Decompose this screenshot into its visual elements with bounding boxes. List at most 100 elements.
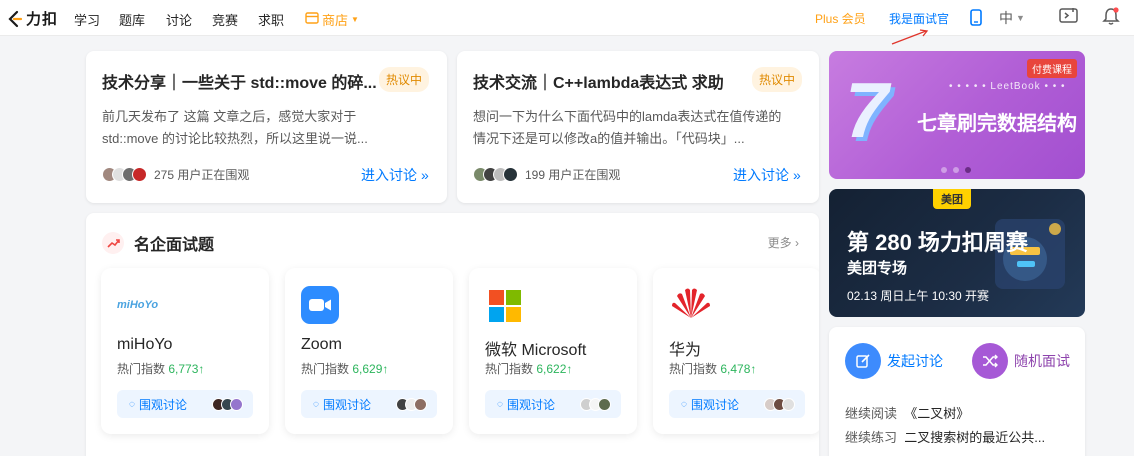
pointer-arrow-icon [891, 29, 929, 45]
double-chevron-right-icon: » [793, 167, 801, 183]
bell-icon[interactable] [1102, 7, 1120, 31]
chat-icon: ◌ [497, 398, 503, 410]
company-card-microsoft[interactable]: 微软 Microsoft 热门指数 6,622↑ ◌ 围观讨论 [469, 268, 637, 434]
watcher-avatars [580, 397, 611, 411]
leetcode-logo-icon [6, 10, 24, 28]
avatar [782, 397, 795, 411]
company-card-mihoyo[interactable]: miHoYo miHoYo 热门指数 6,773↑ ◌ 围观讨论 [101, 268, 269, 434]
enter-discussion-label: 进入讨论 [361, 167, 417, 183]
zoom-logo-icon [301, 286, 339, 324]
discussion-card[interactable]: 技术交流｜C++lambda表达式 求助 热议中 想问一下为什么下面代码中的la… [457, 51, 819, 203]
carousel-dot[interactable] [953, 167, 959, 173]
continue-practice-link[interactable]: 继续练习 二叉搜索树的最近公共... [845, 427, 1045, 446]
company-card-zoom[interactable]: Zoom 热门指数 6,629↑ ◌ 围观讨论 [285, 268, 453, 434]
language-select[interactable]: 中 ▼ [999, 8, 1025, 28]
logo-text: 力扣 [26, 11, 59, 28]
language-label: 中 [999, 10, 1013, 26]
viewer-count: 199 用户正在围观 [525, 168, 621, 182]
nav-item-problems[interactable]: 题库 [119, 10, 145, 29]
hot-index-value: 6,478↑ [720, 362, 757, 376]
leetbook-banner[interactable]: 付费课程 • • • • • LeetBook • • • 7 七章刷完数据结构 [829, 51, 1085, 179]
avatar [132, 167, 147, 182]
nav-item-contest[interactable]: 竞赛 [212, 10, 238, 29]
caret-down-icon: ▼ [1016, 13, 1025, 23]
meituan-badge: 美团 [933, 189, 971, 209]
enter-discussion-link[interactable]: 进入讨论 » [733, 165, 801, 185]
watch-discussion-label: 围观讨论 [690, 397, 739, 412]
avatar [503, 167, 518, 182]
leetbook-brand: • • • • • LeetBook • • • [949, 81, 1066, 92]
carousel-dot-active[interactable] [965, 167, 971, 173]
avatar [230, 397, 243, 411]
watch-discussion-label: 围观讨论 [322, 397, 371, 412]
company-name: Zoom [301, 336, 342, 353]
continue-reading-label: 继续阅读 [845, 406, 898, 421]
carousel-dot[interactable] [941, 167, 947, 173]
playground-icon[interactable] [1059, 8, 1078, 30]
hot-index-value: 6,622↑ [536, 362, 573, 376]
caret-down-icon: ▼ [351, 15, 359, 24]
random-interview-button[interactable]: 随机面试 [972, 343, 1070, 379]
hot-index-label: 热门指数 [669, 362, 718, 376]
watch-discussion-button[interactable]: ◌ 围观讨论 [117, 390, 253, 418]
microsoft-logo-icon [489, 290, 521, 322]
avatar [414, 397, 427, 411]
trend-up-icon [102, 232, 124, 254]
companies-panel: 名企面试题 更多 › miHoYo miHoYo 热门指数 6,773↑ ◌ 围… [86, 213, 819, 456]
interviewer-link[interactable]: 我是面试官 [889, 10, 949, 27]
plus-member-link[interactable]: Plus 会员 [815, 10, 866, 27]
logo[interactable]: 力扣 [6, 8, 58, 29]
nav-item-shop[interactable]: 商店 ▼ [305, 10, 359, 29]
shuffle-icon [972, 343, 1008, 379]
hot-index-label: 热门指数 [485, 362, 534, 376]
continue-reading-link[interactable]: 继续阅读 《二叉树》 [845, 403, 969, 422]
nav-item-discuss[interactable]: 讨论 [166, 10, 192, 29]
avatar [598, 397, 611, 411]
chevron-right-icon: › [791, 236, 799, 250]
discussion-title[interactable]: 技术交流｜C++lambda表达式 求助 [473, 69, 748, 93]
start-discussion-button[interactable]: 发起讨论 [845, 343, 943, 379]
hot-index-label: 热门指数 [301, 362, 350, 376]
weekly-contest-banner[interactable]: 美团 第 280 场力扣周赛 美团专场 02.13 周日上午 10:30 开赛 [829, 189, 1085, 317]
company-name: 微软 Microsoft [485, 342, 587, 359]
carousel-dots[interactable] [941, 167, 971, 173]
contest-time: 02.13 周日上午 10:30 开赛 [847, 289, 990, 303]
hot-index-value: 6,629↑ [352, 362, 389, 376]
section-header: 名企面试题 [102, 231, 214, 255]
company-hot-index: 热门指数 6,478↑ [669, 360, 756, 377]
nav-item-jobs[interactable]: 求职 [258, 10, 284, 29]
banner-title: 七章刷完数据结构 [917, 113, 1077, 135]
double-chevron-right-icon: » [421, 167, 429, 183]
viewer-count: 275 用户正在围观 [154, 168, 250, 182]
chat-icon: ◌ [313, 398, 319, 410]
discussion-excerpt: 想问一下为什么下面代码中的lamda表达式在值传递的情况下还是可以修改a的值并输… [473, 109, 782, 146]
watch-discussion-button[interactable]: ◌ 围观讨论 [301, 390, 437, 418]
discussion-card[interactable]: 技术分享｜一些关于 std::move 的碎... 热议中 前几天发布了 这篇 … [86, 51, 447, 203]
hot-index-value: 6,773↑ [168, 362, 205, 376]
discussion-title[interactable]: 技术分享｜一些关于 std::move 的碎... [102, 69, 382, 93]
watch-discussion-button[interactable]: ◌ 围观讨论 [485, 390, 621, 418]
watch-discussion-label: 围观讨论 [138, 397, 187, 412]
company-card-huawei[interactable]: 华为 热门指数 6,478↑ ◌ 围观讨论 [653, 268, 819, 434]
hot-index-label: 热门指数 [117, 362, 166, 376]
contest-subtitle: 美团专场 [847, 260, 908, 277]
company-name: 华为 [669, 342, 702, 359]
section-title: 名企面试题 [134, 237, 215, 254]
mihoyo-logo-text: miHoYo [117, 299, 159, 311]
more-link[interactable]: 更多 › [768, 234, 799, 251]
enter-discussion-label: 进入讨论 [733, 167, 789, 183]
hot-badge: 热议中 [752, 67, 803, 92]
big-number: 7 [845, 66, 889, 154]
enter-discussion-link[interactable]: 进入讨论 » [361, 165, 429, 185]
viewer-avatars: 199 用户正在围观 [473, 166, 620, 183]
edit-icon [845, 343, 881, 379]
chat-icon: ◌ [681, 398, 687, 410]
watch-discussion-button[interactable]: ◌ 围观讨论 [669, 390, 805, 418]
store-icon [305, 12, 319, 27]
start-discussion-label: 发起讨论 [887, 353, 943, 369]
company-hot-index: 热门指数 6,622↑ [485, 360, 572, 377]
company-hot-index: 热门指数 6,773↑ [117, 360, 204, 377]
mobile-icon[interactable] [970, 9, 982, 31]
watcher-avatars [396, 397, 427, 411]
nav-item-learn[interactable]: 学习 [74, 10, 100, 29]
